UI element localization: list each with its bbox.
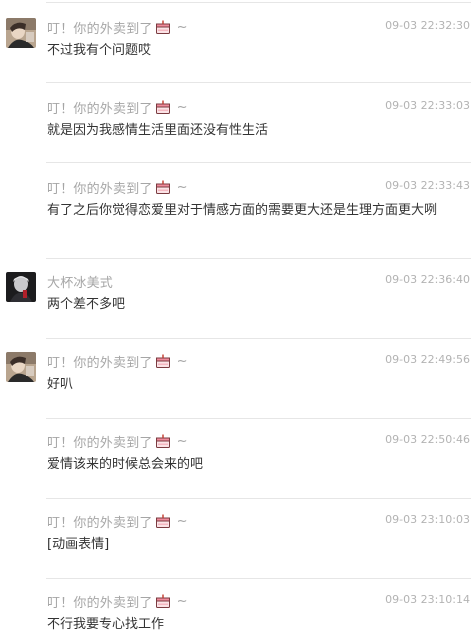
message-header: 叮！你的外卖到了 ~ — [47, 352, 188, 371]
message-text: 就是因为我感情生活里面还没有性生活 — [47, 123, 269, 138]
cake-emoji-icon — [155, 433, 171, 449]
message-divider — [46, 418, 471, 419]
sender-name[interactable]: 叮！你的外卖到了 — [47, 18, 153, 37]
message-text: 不过我有个问题哎 — [47, 43, 152, 58]
message-text: 两个差不多吧 — [47, 297, 126, 312]
chat-message[interactable]: 叮！你的外卖到了 ~ 09-03 22:33:03 就是因为我感情生活里面还没有… — [0, 80, 473, 160]
cake-emoji-icon — [155, 593, 171, 609]
message-timestamp: 09-03 23:10:03 — [385, 513, 470, 526]
message-text: 有了之后你觉得恋爱里对于情感方面的需要更大还是生理方面更大咧 — [47, 203, 438, 218]
avatar[interactable] — [6, 18, 36, 48]
message-divider — [46, 82, 471, 83]
cake-emoji-icon — [155, 513, 171, 529]
chat-message[interactable]: 叮！你的外卖到了 ~ 09-03 22:32:30 不过我有个问题哎 — [0, 0, 473, 80]
message-header: 叮！你的外卖到了 ~ — [47, 512, 188, 531]
message-divider — [46, 578, 471, 579]
name-suffix: ~ — [176, 179, 188, 195]
message-timestamp: 09-03 22:33:03 — [385, 99, 470, 112]
sender-name[interactable]: 叮！你的外卖到了 — [47, 512, 153, 531]
sender-name[interactable]: 叮！你的外卖到了 — [47, 352, 153, 371]
name-suffix: ~ — [176, 99, 188, 115]
cake-emoji-icon — [155, 19, 171, 35]
message-timestamp: 09-03 22:50:46 — [385, 433, 470, 446]
sender-name[interactable]: 叮！你的外卖到了 — [47, 432, 153, 451]
cake-emoji-icon — [155, 179, 171, 195]
message-text: 好叭 — [47, 377, 74, 392]
chat-message[interactable]: 叮！你的外卖到了 ~ 09-03 22:49:56 好叭 — [0, 336, 473, 416]
message-header: 叮！你的外卖到了 ~ — [47, 432, 188, 451]
name-suffix: ~ — [176, 513, 188, 529]
message-divider — [46, 2, 471, 3]
message-header: 叮！你的外卖到了 ~ — [47, 178, 188, 197]
chat-history: 叮！你的外卖到了 ~ 09-03 22:32:30 不过我有个问题哎 叮！你的外… — [0, 0, 473, 642]
message-divider — [46, 338, 471, 339]
sender-name[interactable]: 叮！你的外卖到了 — [47, 178, 153, 197]
message-header: 大杯冰美式 — [47, 272, 113, 291]
sender-name[interactable]: 叮！你的外卖到了 — [47, 98, 153, 117]
message-divider — [46, 162, 471, 163]
cake-emoji-icon — [155, 99, 171, 115]
avatar[interactable] — [6, 352, 36, 382]
message-divider — [46, 258, 471, 259]
sender-name[interactable]: 叮！你的外卖到了 — [47, 592, 153, 611]
sender-name[interactable]: 大杯冰美式 — [47, 272, 113, 291]
avatar[interactable] — [6, 272, 36, 302]
name-suffix: ~ — [176, 433, 188, 449]
chat-message[interactable]: 叮！你的外卖到了 ~ 09-03 23:10:03 [动画表情] — [0, 496, 473, 576]
message-header: 叮！你的外卖到了 ~ — [47, 98, 188, 117]
chat-message[interactable]: 叮！你的外卖到了 ~ 09-03 23:10:14 不行我要专心找工作 — [0, 576, 473, 642]
name-suffix: ~ — [176, 19, 188, 35]
message-timestamp: 09-03 22:33:43 — [385, 179, 470, 192]
chat-message[interactable]: 叮！你的外卖到了 ~ 09-03 22:33:43 有了之后你觉得恋爱里对于情感… — [0, 160, 473, 256]
chat-message[interactable]: 叮！你的外卖到了 ~ 09-03 22:50:46 爱情该来的时候总会来的吧 — [0, 416, 473, 496]
chat-message[interactable]: 大杯冰美式 09-03 22:36:40 两个差不多吧 — [0, 256, 473, 336]
name-suffix: ~ — [176, 593, 188, 609]
message-divider — [46, 498, 471, 499]
message-text: [动画表情] — [47, 537, 110, 552]
message-text: 爱情该来的时候总会来的吧 — [47, 457, 204, 472]
message-text: 不行我要专心找工作 — [47, 617, 165, 632]
name-suffix: ~ — [176, 353, 188, 369]
message-timestamp: 09-03 22:32:30 — [385, 19, 470, 32]
message-header: 叮！你的外卖到了 ~ — [47, 592, 188, 611]
message-timestamp: 09-03 23:10:14 — [385, 593, 470, 606]
cake-emoji-icon — [155, 353, 171, 369]
message-header: 叮！你的外卖到了 ~ — [47, 18, 188, 37]
message-timestamp: 09-03 22:49:56 — [385, 353, 470, 366]
message-timestamp: 09-03 22:36:40 — [385, 273, 470, 286]
